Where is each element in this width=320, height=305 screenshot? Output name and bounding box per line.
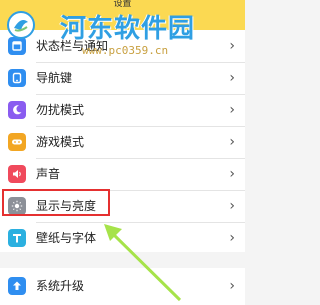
pointer-arrow [104, 224, 182, 302]
